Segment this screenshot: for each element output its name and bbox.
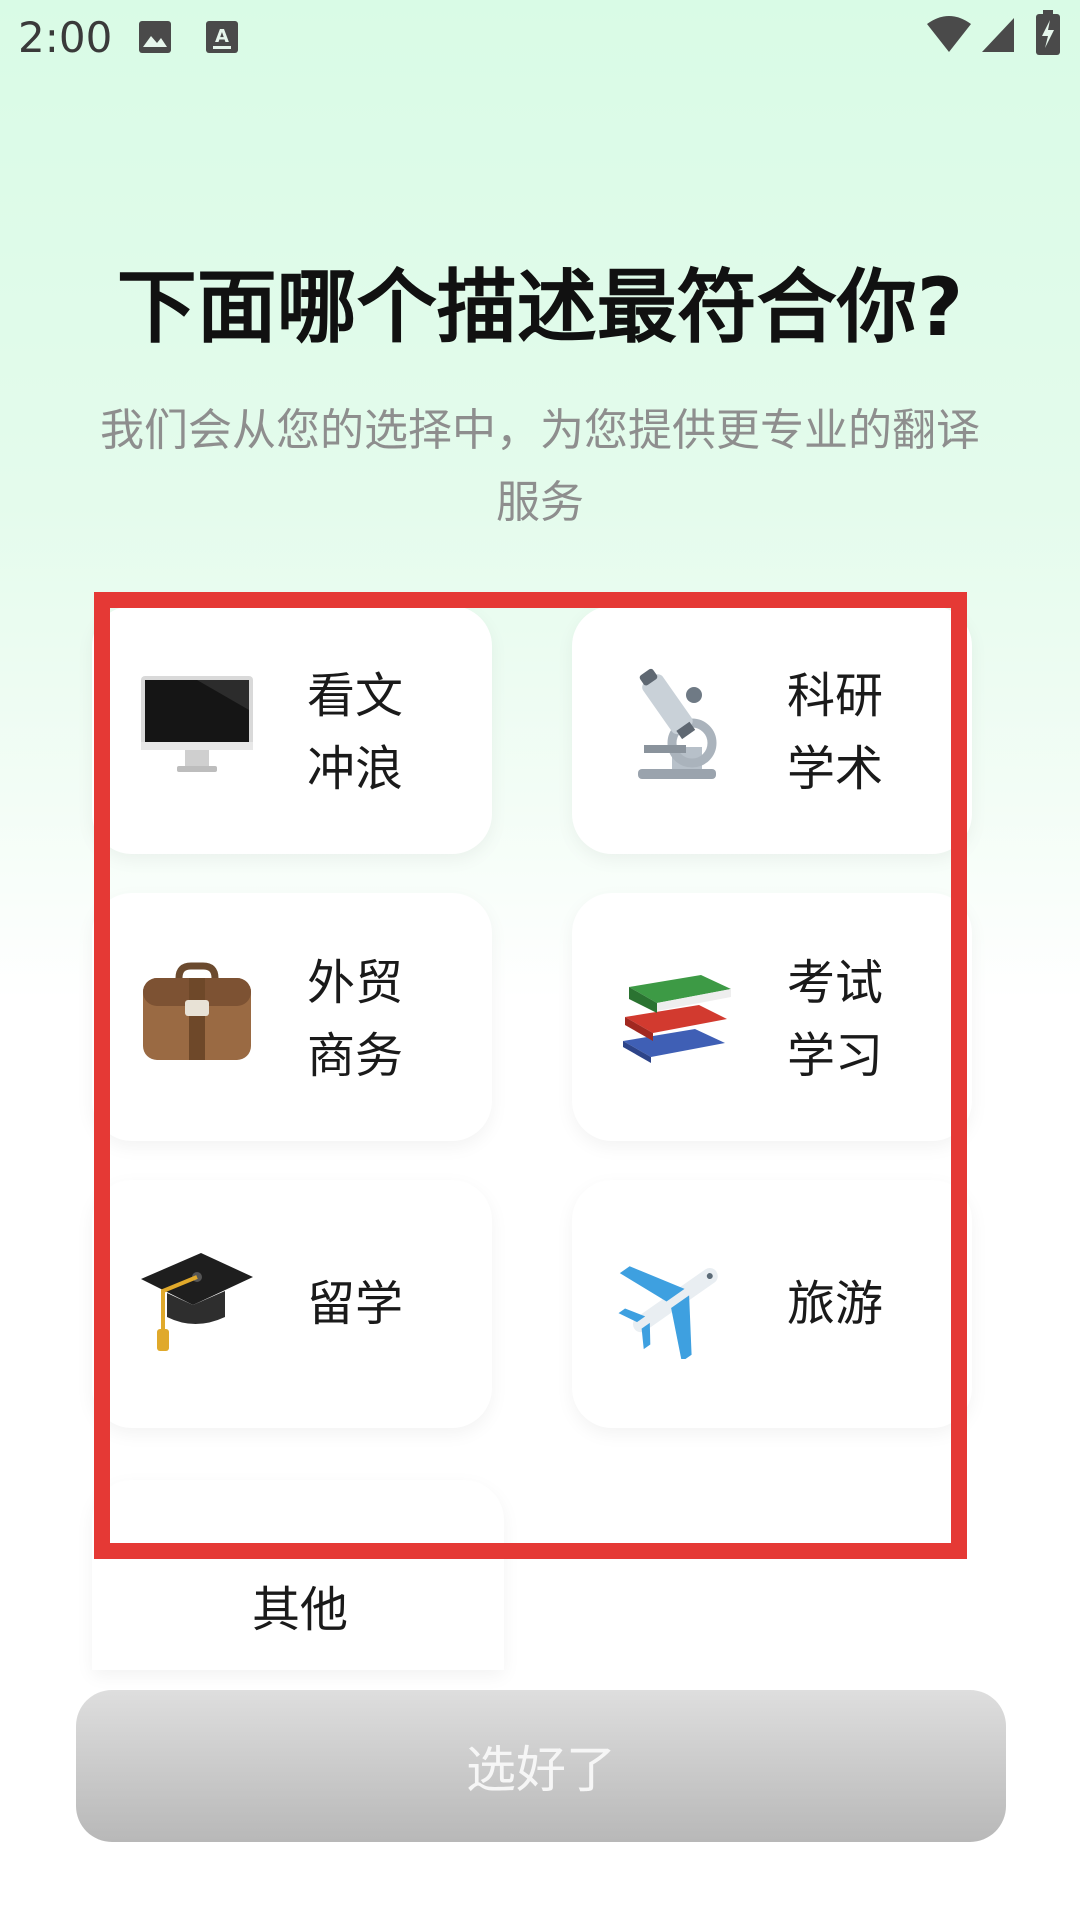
option-label: 看文 冲浪 (307, 668, 404, 797)
page-title: 下面哪个描述最符合你? (116, 261, 964, 354)
graduation-cap-icon (132, 1234, 262, 1364)
option-research-academic[interactable]: 科研 学术 (572, 606, 972, 854)
option-label: 外贸 商务 (307, 955, 404, 1084)
svg-text:A: A (215, 26, 229, 47)
monitor-icon (132, 660, 262, 790)
option-trade-business[interactable]: 外贸 商务 (92, 893, 492, 1141)
status-bar: 2:00 A (0, 0, 1080, 75)
image-icon (138, 20, 172, 58)
option-label: 留学 (307, 1276, 404, 1332)
option-study-abroad[interactable]: 留学 (92, 1180, 492, 1428)
wifi-icon (925, 14, 973, 58)
option-travel[interactable]: 旅游 (572, 1180, 972, 1428)
airplane-icon (612, 1234, 742, 1364)
a-keyboard-icon: A (205, 20, 239, 58)
battery-charging-icon (1035, 10, 1061, 60)
option-label: 旅游 (787, 1276, 884, 1332)
option-label: 科研 学术 (787, 668, 884, 797)
briefcase-icon (132, 947, 262, 1077)
option-reading-browsing[interactable]: 看文 冲浪 (92, 606, 492, 854)
status-time: 2:00 (18, 13, 113, 62)
microscope-icon (612, 660, 742, 790)
books-icon (612, 947, 742, 1077)
option-other-label: 其他 (251, 1582, 348, 1638)
option-label: 考试 学习 (787, 955, 884, 1084)
page-subtitle: 我们会从您的选择中，为您提供更专业的翻译服务 (100, 405, 980, 528)
confirm-button[interactable]: 选好了 (76, 1690, 1006, 1842)
signal-icon (980, 16, 1016, 58)
option-exam-study[interactable]: 考试 学习 (572, 893, 972, 1141)
